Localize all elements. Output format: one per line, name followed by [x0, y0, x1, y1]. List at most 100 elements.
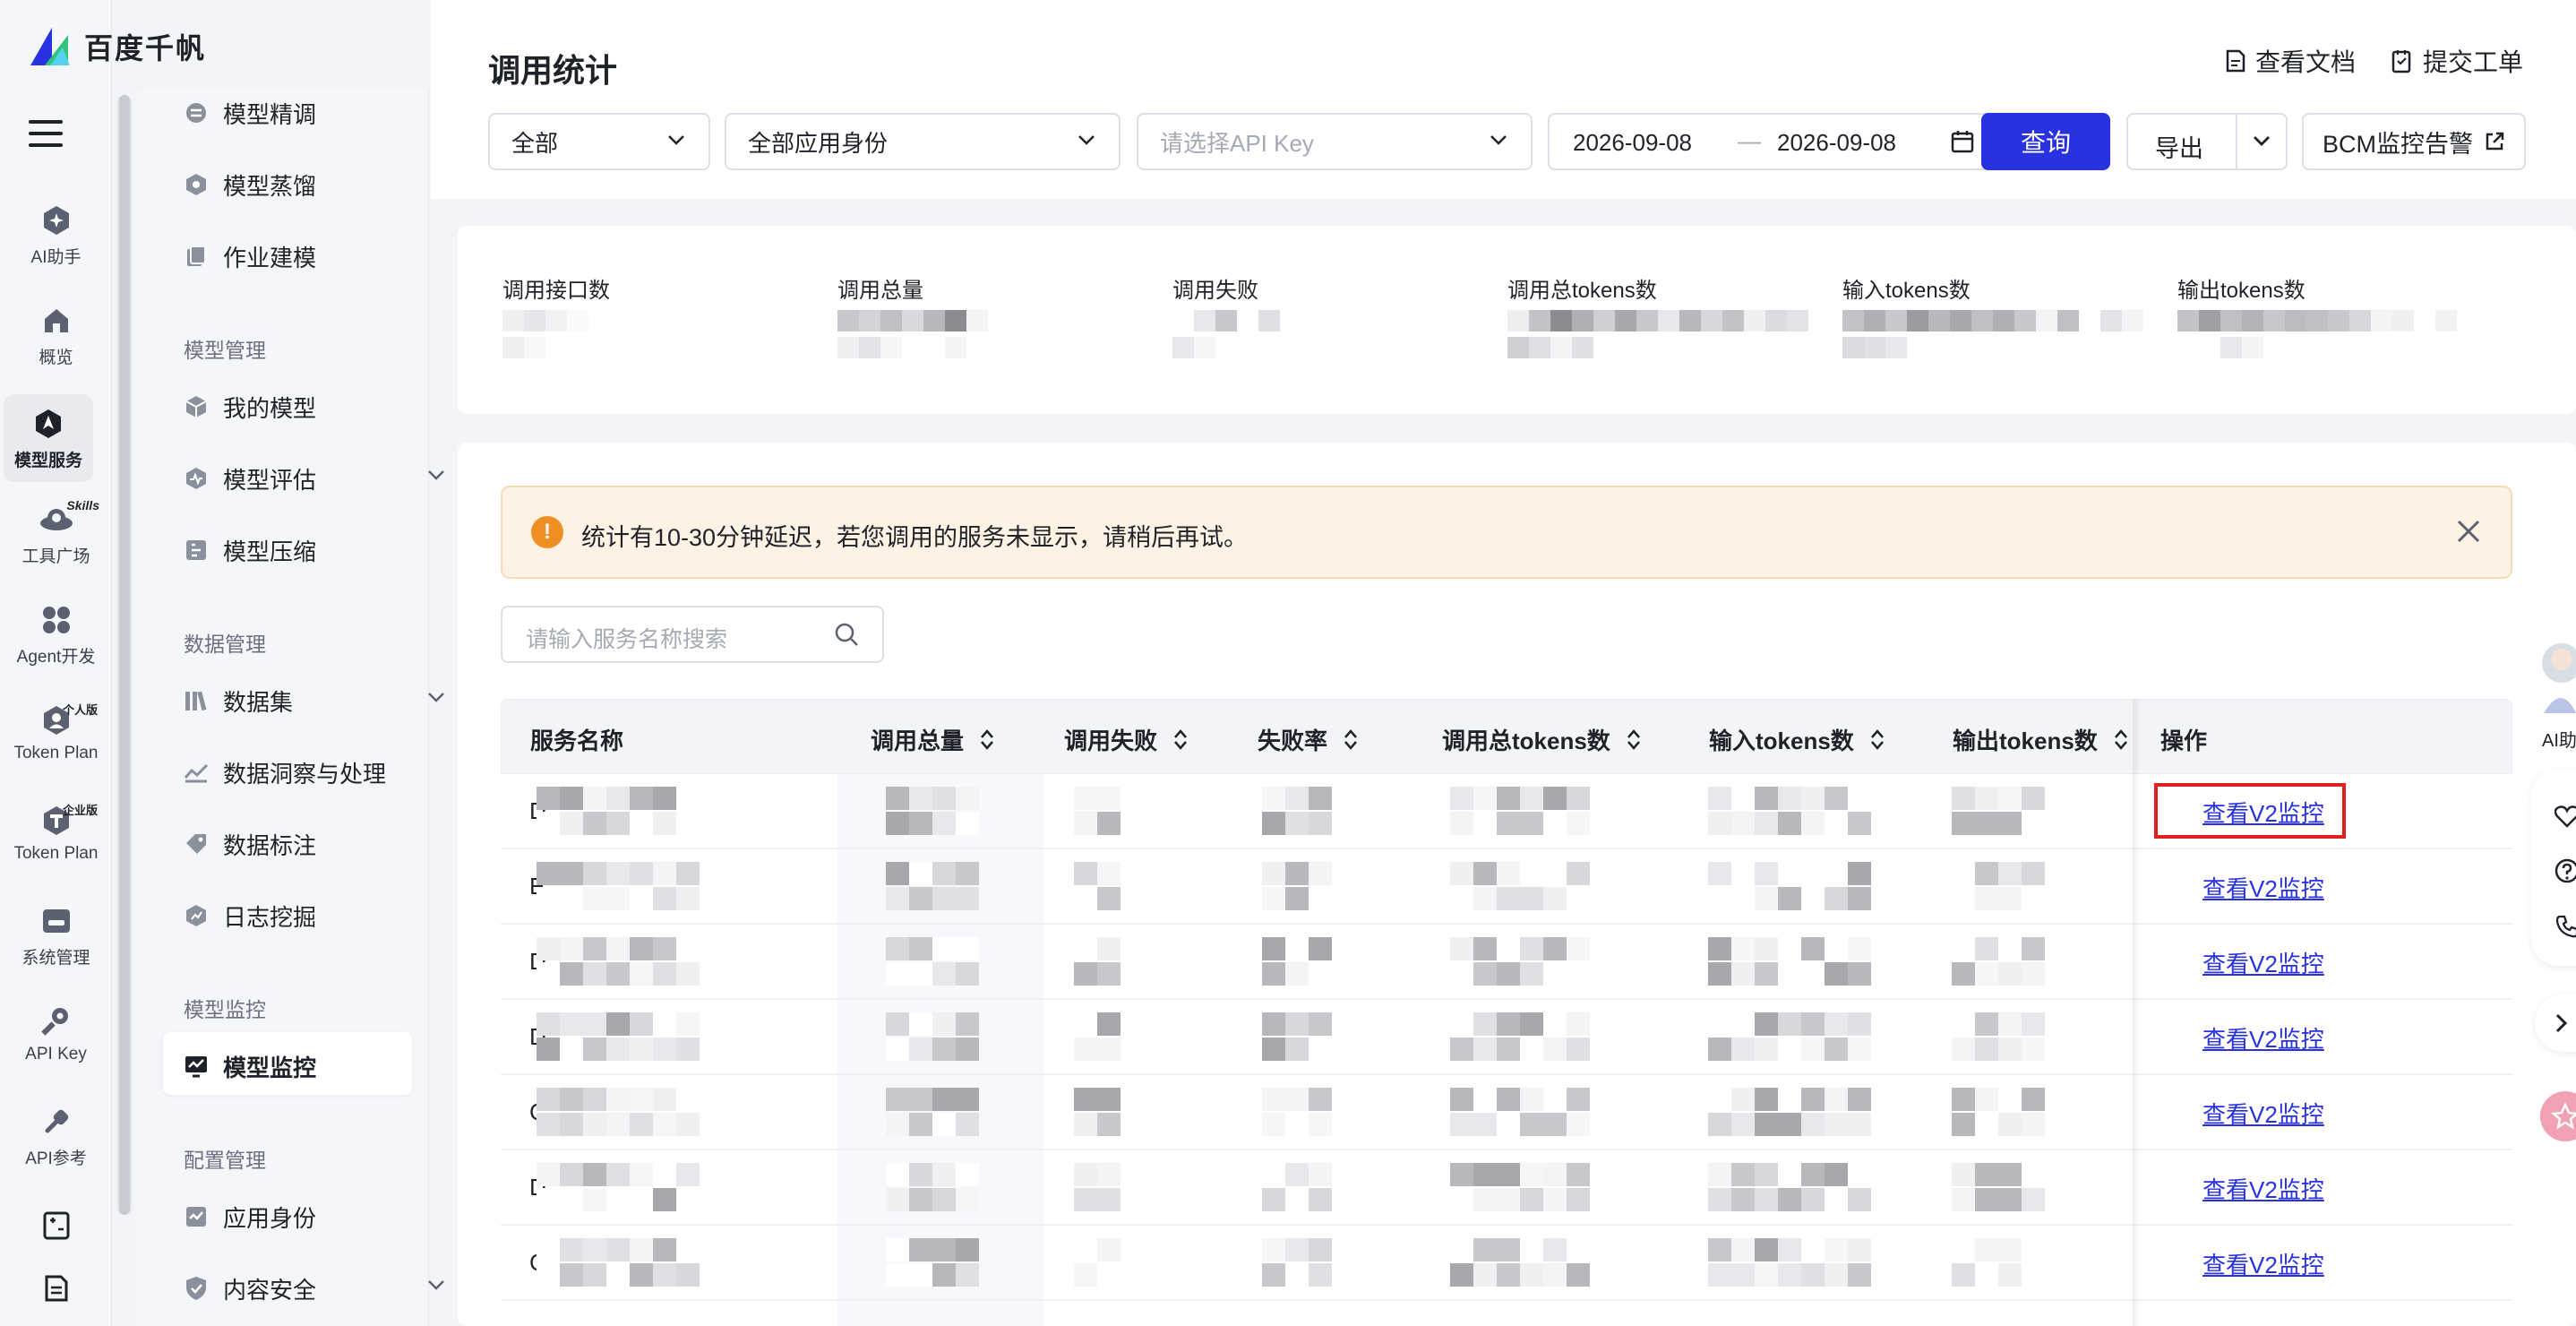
sort-icon[interactable] [1870, 729, 1885, 750]
rail-item-system[interactable]: 系统管理 [0, 903, 112, 969]
brand-logo-icon [30, 28, 70, 65]
subnav-group-title: 模型监控 [184, 998, 266, 1021]
column-header-fail-rate[interactable]: 失败率 [1258, 723, 1358, 756]
subnav-label: 模型压缩 [223, 538, 317, 565]
view-v2-monitor-link[interactable]: 查看V2监控 [2202, 871, 2324, 904]
home-icon [39, 303, 74, 339]
heart-icon[interactable] [2555, 805, 2576, 828]
compress-icon [184, 538, 209, 563]
blurred-cell [1708, 937, 1878, 987]
page-title: 调用统计 [488, 52, 618, 89]
sort-icon[interactable] [1173, 729, 1188, 750]
view-docs-link[interactable]: 查看文档 [2225, 43, 2356, 79]
view-v2-monitor-link[interactable]: 查看V2监控 [2202, 1021, 2324, 1055]
rail-label: 工具广场 [21, 547, 90, 566]
bcm-alarm-button[interactable]: BCM监控告警 [2302, 113, 2526, 170]
help-icon[interactable] [2555, 858, 2576, 883]
subnav-label: 模型精调 [223, 100, 317, 128]
finetune-icon [184, 100, 209, 125]
rail-item-token-plan-enterprise[interactable]: 企业版 Token Plan [0, 803, 112, 864]
chevron-down-icon[interactable] [2252, 134, 2271, 147]
evaluation-icon [184, 466, 209, 491]
blurred-cell [886, 1012, 984, 1063]
rail-item-ai-assistant[interactable]: AI助手 [0, 202, 112, 268]
service-table-card: ! 统计有10-30分钟延迟，若您调用的服务未显示，请稍后再试。 请输入服务名称… [458, 443, 2576, 1326]
floating-ai-assistant[interactable]: AI助 [2531, 633, 2576, 751]
subnav-label: 应用身份 [223, 1204, 317, 1232]
blurred-cell [1952, 1088, 2059, 1138]
search-icon[interactable] [834, 622, 859, 647]
rail-item-token-plan-personal[interactable]: 个人版 Token Plan [0, 702, 112, 763]
sort-icon[interactable] [1344, 729, 1358, 750]
api-key-select[interactable]: 请选择API Key [1137, 113, 1533, 170]
submit-ticket-link[interactable]: 提交工单 [2391, 43, 2523, 79]
view-v2-monitor-link[interactable]: 查看V2监控 [2202, 1097, 2324, 1130]
sort-icon[interactable] [1627, 729, 1641, 750]
app-identity-select[interactable]: 全部应用身份 [725, 113, 1121, 170]
rail-item-agent[interactable]: Agent开发 [0, 602, 112, 667]
date-range-picker[interactable]: 2026-09-08 — 2026-09-08 [1548, 113, 1996, 170]
blurred-cell [886, 787, 984, 837]
model-service-icon [30, 406, 66, 442]
table-row: C 查看V2监控 [501, 1226, 2512, 1301]
blurred-cell [1074, 1238, 1137, 1288]
blurred-cell [1074, 862, 1137, 912]
view-v2-monitor-link[interactable]: 查看V2监控 [2202, 1247, 2324, 1280]
ticket-icon [2391, 50, 2411, 73]
column-header-total-calls[interactable]: 调用总量 [871, 723, 994, 756]
query-button[interactable]: 查询 [1981, 113, 2110, 170]
subnav-label: 模型蒸馏 [223, 172, 317, 200]
enterprise-badge: 企业版 [62, 804, 98, 817]
view-v2-monitor-link[interactable]: 查看V2监控 [2202, 946, 2324, 979]
header-bar: 调用统计 查看文档 提交工单 全部 全部应用身份 请选择API Key 2026… [431, 0, 2576, 199]
rail-item-calculator[interactable] [0, 1208, 112, 1244]
export-button[interactable]: 导出 [2155, 129, 2203, 164]
column-header-output-tokens[interactable]: 输出tokens数 [1953, 723, 2128, 756]
close-icon[interactable] [2455, 518, 2482, 545]
rail-scrollbar-thumb[interactable] [119, 95, 130, 1215]
ai-assistant-icon [39, 202, 74, 238]
service-search-input[interactable]: 请输入服务名称搜索 [501, 606, 884, 663]
blurred-cell [1708, 787, 1878, 837]
date-start[interactable]: 2026-09-08 [1573, 129, 1692, 157]
sort-icon[interactable] [2114, 729, 2128, 750]
view-v2-monitor-link[interactable]: 查看V2监控 [2202, 1172, 2324, 1205]
sticky-column-shadow [2133, 699, 2140, 1326]
blurred-cell [886, 937, 984, 987]
rail-item-model-service[interactable]: 模型服务 [4, 394, 93, 482]
chevron-right-icon [2555, 1013, 2568, 1033]
menu-toggle-icon[interactable] [29, 120, 63, 147]
date-end[interactable]: 2026-09-08 [1777, 129, 1896, 157]
chevron-down-icon [1490, 135, 1507, 145]
blurred-cell [886, 1088, 984, 1138]
rail-item-api-ref[interactable]: API参考 [0, 1104, 112, 1169]
ai-avatar-icon [2542, 643, 2576, 713]
scope-select[interactable]: 全部 [488, 113, 710, 170]
rail-item-api-key[interactable]: API Key [0, 1003, 112, 1064]
blurred-cell [1952, 787, 2059, 837]
column-header-total-tokens[interactable]: 调用总tokens数 [1442, 723, 1641, 756]
brand-logo[interactable]: 百度千帆 [27, 22, 439, 72]
column-header-failed[interactable]: 调用失败 [1064, 723, 1188, 756]
rail-label: 模型服务 [13, 451, 82, 470]
blurred-cell [1708, 862, 1878, 912]
service-table: 服务名称 调用总量 调用失败 失败率 调用总tokens数 输入tokens数 … [501, 699, 2512, 1326]
blurred-cell [1450, 1088, 1611, 1138]
rail-item-docs[interactable] [0, 1270, 112, 1306]
blurred-cell [537, 1238, 707, 1288]
stats-card: 调用接口数 调用总量 调用失败 调用总tokens数 输入tokens数 输出t… [458, 226, 2576, 414]
blurred-cell [1074, 937, 1137, 987]
subnav-label: 模型评估 [223, 466, 317, 494]
rail-item-tool-plaza[interactable]: Skills 工具广场 [0, 498, 112, 567]
distill-icon [184, 172, 209, 197]
personal-badge: 个人版 [62, 703, 98, 717]
blurred-cell [537, 1163, 707, 1213]
rail-item-overview[interactable]: 概览 [0, 303, 112, 368]
stat-api-count: 调用接口数 [502, 272, 610, 358]
app-identity-icon [184, 1204, 209, 1229]
dataset-icon [184, 688, 209, 713]
phone-icon[interactable] [2555, 914, 2576, 939]
sort-icon[interactable] [980, 729, 994, 750]
blurred-cell [1708, 1163, 1878, 1213]
column-header-input-tokens[interactable]: 输入tokens数 [1709, 723, 1885, 756]
